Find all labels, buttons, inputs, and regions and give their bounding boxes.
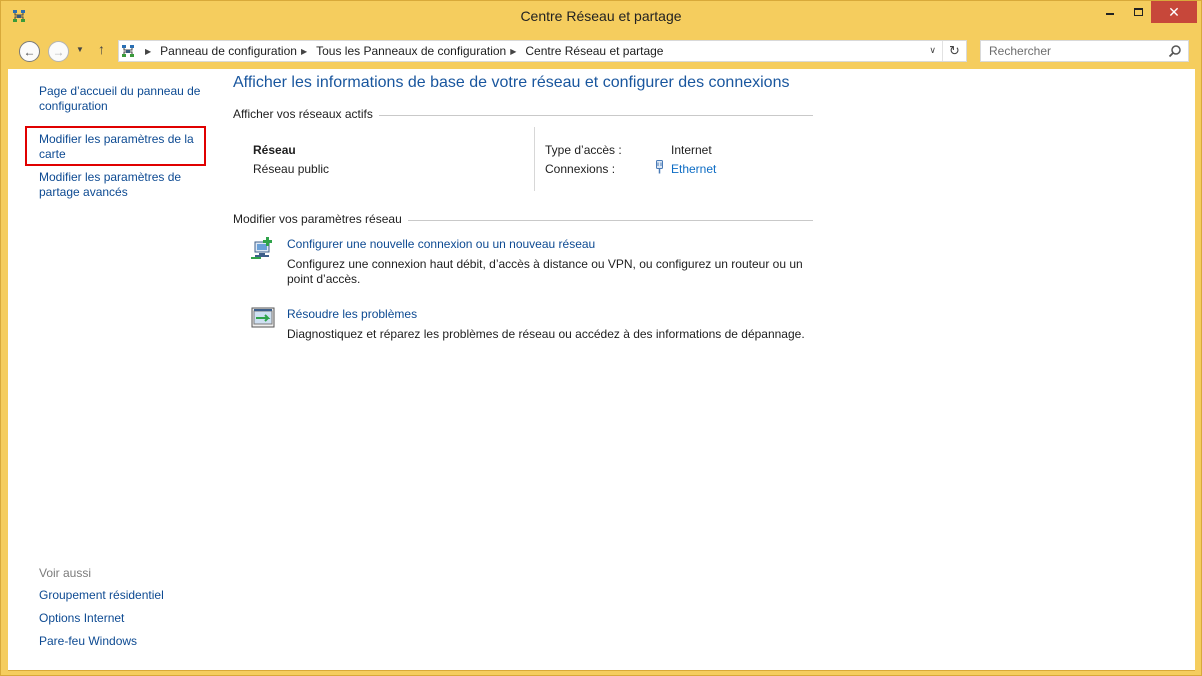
content-area: Page d’accueil du panneau de configurati… <box>8 69 1195 670</box>
see-also-windows-firewall[interactable]: Pare-feu Windows <box>39 634 209 649</box>
chevron-right-icon[interactable]: ▶ <box>301 47 307 56</box>
address-dropdown-icon[interactable]: ∨ <box>929 45 936 56</box>
breadcrumb: ▶ Panneau de configuration ▶ Tous les Pa… <box>141 44 663 58</box>
close-icon: ✕ <box>1168 3 1180 20</box>
new-connection-description: Configurez une connexion haut débit, d’a… <box>287 257 803 286</box>
access-type-label: Type d’accès : <box>545 143 622 157</box>
search-box[interactable] <box>980 40 1189 62</box>
arrow-left-icon: ← <box>23 44 36 59</box>
refresh-button[interactable]: ↻ <box>942 41 966 61</box>
address-bar[interactable]: ▶ Panneau de configuration ▶ Tous les Pa… <box>118 40 967 62</box>
troubleshoot-description: Diagnostiquez et réparez les problèmes d… <box>287 327 805 341</box>
active-networks-label: Afficher vos réseaux actifs <box>233 107 379 121</box>
chevron-right-icon[interactable]: ▶ <box>145 47 151 56</box>
search-icon[interactable] <box>1168 44 1182 58</box>
access-type-value: Internet <box>671 143 712 157</box>
sidebar-item-control-panel-home[interactable]: Page d’accueil du panneau de configurati… <box>39 84 209 114</box>
maximize-button[interactable] <box>1125 1 1151 23</box>
new-connection-link[interactable]: Configurer une nouvelle connexion ou un … <box>287 237 595 251</box>
search-input[interactable] <box>981 41 1161 61</box>
recent-locations-button[interactable]: ▼ <box>76 45 84 54</box>
breadcrumb-control-panel[interactable]: Panneau de configuration <box>160 44 297 58</box>
troubleshoot-icon <box>251 307 275 328</box>
change-settings-label: Modifier vos paramètres réseau <box>233 212 408 226</box>
forward-button[interactable]: → <box>48 41 69 62</box>
see-also-homegroup[interactable]: Groupement résidentiel <box>39 588 209 603</box>
up-button[interactable]: ↑ <box>98 41 105 57</box>
title-bar[interactable]: Centre Réseau et partage ✕ <box>1 1 1201 33</box>
refresh-icon: ↻ <box>949 43 960 58</box>
control-panel-icon <box>122 45 134 57</box>
see-also-label: Voir aussi <box>39 566 92 580</box>
page-title: Afficher les informations de base de vot… <box>233 74 790 91</box>
network-name: Réseau <box>253 143 296 157</box>
navigation-bar: ← → ▼ ↑ ▶ Panneau de configuration ▶ Tou… <box>8 33 1195 69</box>
breadcrumb-network-center[interactable]: Centre Réseau et partage <box>525 44 663 58</box>
network-divider <box>534 127 535 191</box>
window-title: Centre Réseau et partage <box>520 8 682 24</box>
back-button[interactable]: ← <box>19 41 40 62</box>
breadcrumb-all-control-panels[interactable]: Tous les Panneaux de configuration <box>316 44 506 58</box>
sidebar-item-advanced-sharing[interactable]: Modifier les paramètres de partage avanc… <box>39 170 209 200</box>
troubleshoot-link[interactable]: Résoudre les problèmes <box>287 307 417 321</box>
arrow-right-icon: → <box>52 44 65 59</box>
arrow-up-icon: ↑ <box>98 41 105 57</box>
chevron-down-icon: ▼ <box>76 45 84 54</box>
new-connection-icon <box>251 237 272 259</box>
close-button[interactable]: ✕ <box>1151 1 1197 23</box>
window-frame: Centre Réseau et partage ✕ ← → ▼ ↑ ▶ Pan… <box>0 0 1202 676</box>
network-type[interactable]: Réseau public <box>253 162 329 176</box>
ethernet-icon <box>656 160 663 174</box>
ethernet-link[interactable]: Ethernet <box>671 162 716 176</box>
minimize-button[interactable] <box>1097 1 1123 23</box>
maximize-icon <box>1133 8 1143 16</box>
chevron-right-icon[interactable]: ▶ <box>510 47 516 56</box>
see-also-internet-options[interactable]: Options Internet <box>39 611 209 626</box>
connections-label: Connexions : <box>545 162 616 176</box>
window-bottom-edge <box>8 670 1195 671</box>
sidebar-item-adapter-settings[interactable]: Modifier les paramètres de la carte <box>39 132 209 162</box>
minimize-icon <box>1106 13 1114 15</box>
